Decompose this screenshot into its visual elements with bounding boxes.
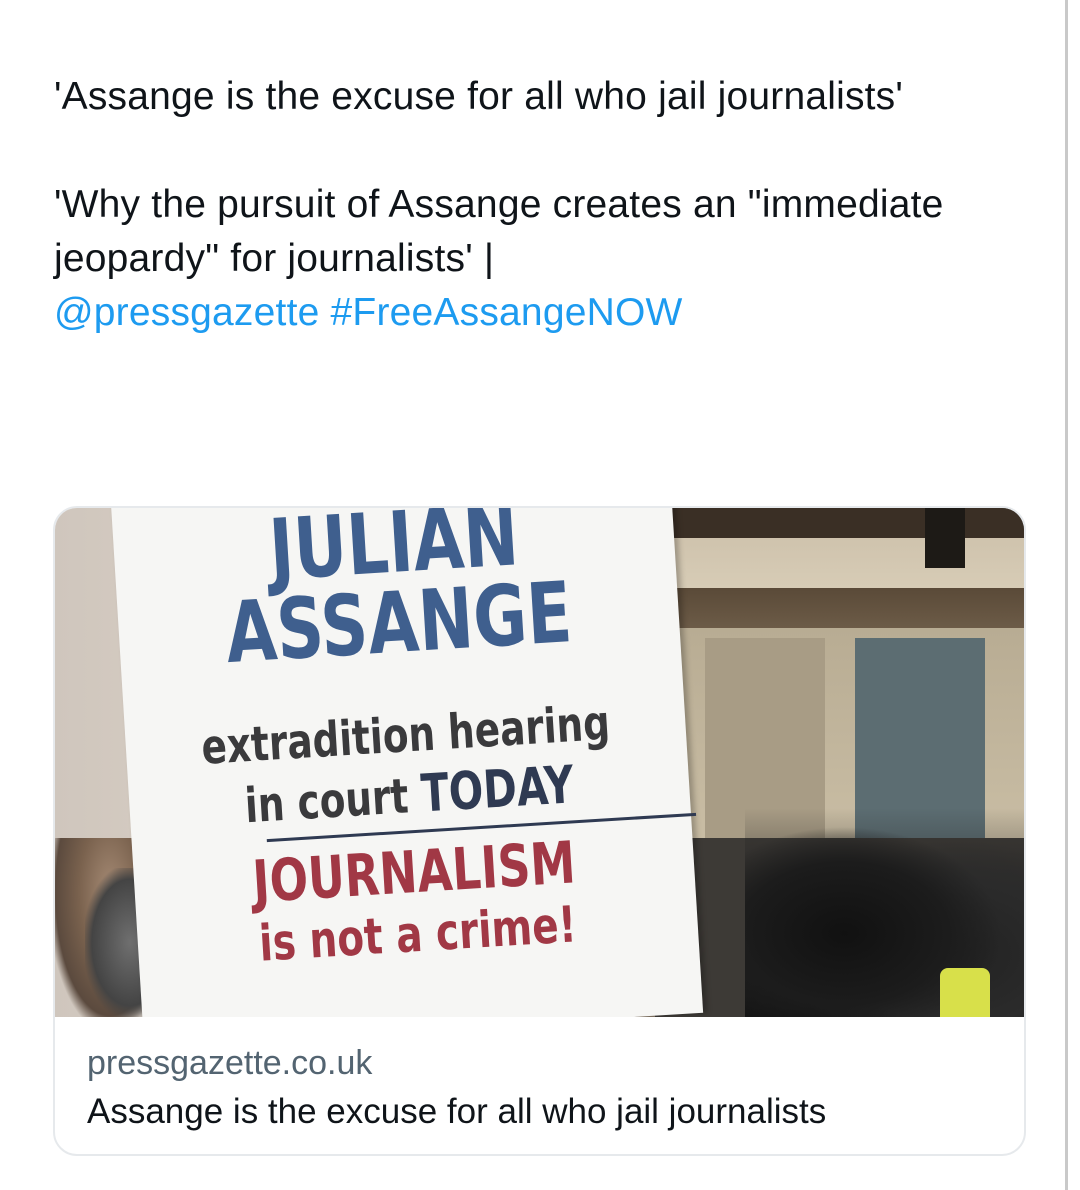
mention-link[interactable]: @pressgazette (54, 291, 320, 334)
link-preview-card[interactable]: JULIAN ASSANGE extradition hearing in co… (53, 506, 1026, 1156)
yellow-vest (940, 968, 990, 1017)
placard-court-text: in court (243, 768, 410, 835)
tweet-paragraph-1: 'Assange is the excuse for all who jail … (54, 75, 904, 118)
hashtag-link[interactable]: #FreeAssangeNOW (331, 291, 683, 334)
placard-today-text: TODAY (419, 755, 576, 825)
tweet-paragraph-2-text: 'Why the pursuit of Assange creates an "… (54, 183, 944, 280)
background-window (925, 508, 965, 568)
protest-placard: JULIAN ASSANGE extradition hearing in co… (110, 508, 704, 1017)
placard-line-assange: ASSANGE (222, 563, 575, 683)
card-meta[interactable]: pressgazette.co.uk Assange is the excuse… (55, 1017, 1024, 1135)
card-title[interactable]: Assange is the excuse for all who jail j… (87, 1089, 1024, 1135)
page-scrollbar-edge (1065, 0, 1068, 1190)
card-image[interactable]: JULIAN ASSANGE extradition hearing in co… (55, 508, 1024, 1017)
tweet-paragraph-2: 'Why the pursuit of Assange creates an "… (54, 178, 954, 340)
card-domain: pressgazette.co.uk (87, 1044, 373, 1082)
tweet-text: 'Assange is the excuse for all who jail … (54, 70, 954, 340)
